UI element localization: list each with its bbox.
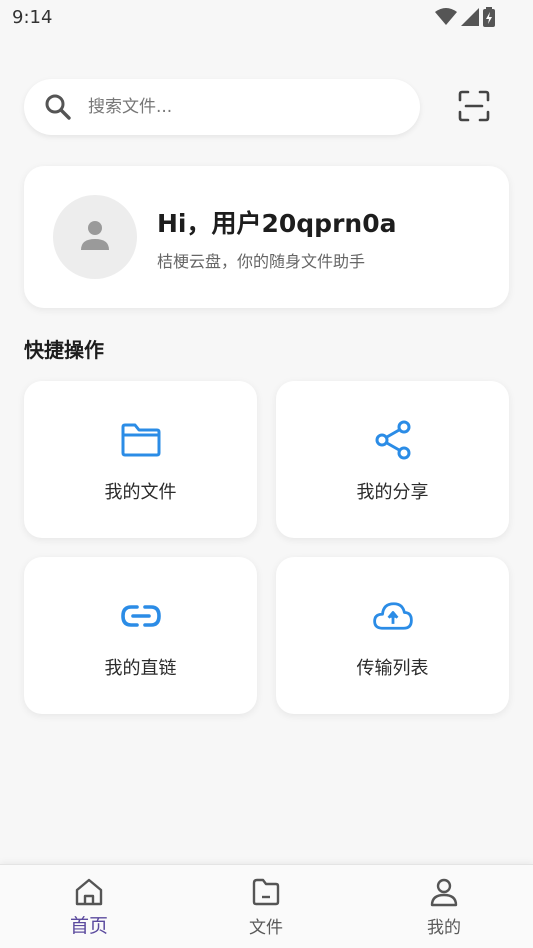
my-shares-label: 我的分享: [356, 482, 429, 503]
battery-icon: [483, 7, 495, 27]
my-files-tile[interactable]: 我的文件: [24, 381, 257, 538]
avatar: [53, 195, 137, 279]
nav-home[interactable]: 首页: [0, 865, 178, 948]
cellular-signal-icon: [461, 8, 479, 26]
user-greeting: Hi，用户20qprn0a: [157, 209, 397, 238]
status-time: 9:14: [12, 7, 53, 28]
home-screen: 9:14 搜索文件... Hi，用户20qprn0a 桔梗云盘，你的随身文件助手…: [0, 0, 533, 948]
search-input[interactable]: [88, 89, 408, 125]
wifi-icon: [435, 8, 457, 26]
cloud-upload-icon: [372, 595, 414, 637]
person-avatar-icon: [77, 217, 113, 257]
status-bar: 9:14: [0, 0, 533, 36]
my-links-tile[interactable]: 我的直链: [24, 557, 257, 714]
my-links-label: 我的直链: [104, 658, 177, 679]
status-icons: [435, 7, 495, 27]
app-tagline: 桔梗云盘，你的随身文件助手: [157, 252, 366, 271]
quick-actions-title: 快捷操作: [24, 338, 104, 362]
scan-button[interactable]: [452, 86, 496, 130]
transfer-list-label: 传输列表: [356, 658, 429, 679]
scan-icon: [458, 90, 490, 126]
search-bar[interactable]: [24, 79, 420, 135]
nav-mine[interactable]: 我的: [355, 865, 533, 948]
folder-icon: [120, 419, 162, 461]
person-icon: [429, 877, 459, 907]
search-icon: [44, 93, 72, 121]
my-shares-tile[interactable]: 我的分享: [276, 381, 509, 538]
bottom-navigation: 首页 文件 我的: [0, 864, 533, 948]
file-folder-icon: [251, 877, 281, 907]
my-files-label: 我的文件: [104, 482, 177, 503]
link-icon: [120, 595, 162, 637]
nav-files-label: 文件: [249, 918, 283, 938]
home-icon: [74, 877, 104, 907]
profile-card[interactable]: Hi，用户20qprn0a 桔梗云盘，你的随身文件助手: [24, 166, 509, 308]
share-icon: [372, 419, 414, 461]
nav-files[interactable]: 文件: [177, 865, 355, 948]
transfer-list-tile[interactable]: 传输列表: [276, 557, 509, 714]
nav-home-label: 首页: [69, 915, 108, 937]
nav-mine-label: 我的: [427, 918, 461, 938]
